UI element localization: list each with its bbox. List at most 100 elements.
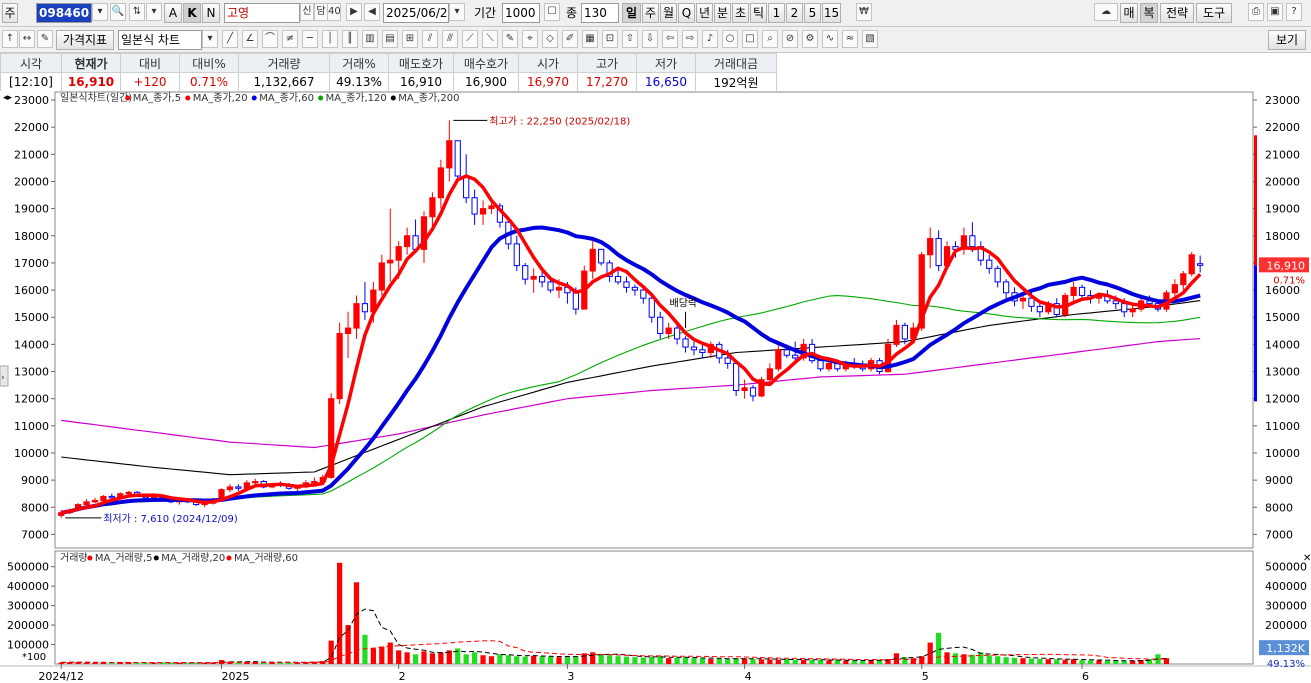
volume-bar-81 [741, 658, 748, 664]
draw-vline-icon[interactable]: │ [322, 30, 338, 48]
interval-tab-5[interactable]: 분 [714, 3, 731, 23]
stock-name-field[interactable]: 고영 [224, 3, 300, 23]
draw-arrow-down-icon[interactable]: ⇩ [642, 30, 658, 48]
range-bar-up [1254, 135, 1257, 266]
draw-brush-icon[interactable]: ✐ [562, 30, 578, 48]
draw-pattern-icon[interactable]: ▦ [582, 30, 598, 48]
draw-hline-icon[interactable]: ─ [302, 30, 318, 48]
interval-tab-7[interactable]: 틱 [750, 3, 767, 23]
chart-type-select[interactable]: 일본식 차트 [118, 30, 202, 50]
draw-circle-icon[interactable]: ○ [722, 30, 738, 48]
draw-fan-icon[interactable]: ≠ [282, 30, 298, 48]
stock-code-input[interactable]: 098460 [36, 3, 92, 23]
draw-line-icon[interactable]: ╱ [222, 30, 238, 48]
indicator-button[interactable]: 가격지표 [56, 30, 114, 50]
draw-cross-icon[interactable]: ⌖ [522, 30, 538, 48]
draw-arc-icon[interactable]: ⌒ [262, 30, 278, 48]
help-icon[interactable]: ? [1286, 3, 1302, 21]
draw-arrow-right-icon[interactable]: ⇨ [682, 30, 698, 48]
volume-bar-50 [480, 655, 486, 664]
chart-type-dropdown-icon[interactable]: ▾ [202, 30, 218, 48]
draw-trend-down-icon[interactable]: ⟍ [482, 30, 498, 48]
expand-icon[interactable]: ↔ [19, 30, 35, 48]
price-tick-label-left-6: 13000 [14, 366, 49, 379]
quote-value-9: 17,270 [577, 72, 637, 92]
candle-body-40 [395, 246, 402, 261]
calendar-dropdown-icon[interactable]: ▾ [449, 3, 465, 21]
draw-rect-icon[interactable]: □ [742, 30, 758, 48]
stock-chart[interactable]: 7000 7000 8000 8000 9000 9000 10000 10000 11000 1… [0, 91, 1311, 683]
interval-tab-3[interactable]: Q [678, 3, 695, 23]
draw-box-icon[interactable]: ⊡ [602, 30, 618, 48]
candle-body-75 [690, 346, 698, 351]
draw-arrow-up-icon[interactable]: ⇧ [622, 30, 638, 48]
view-button[interactable]: 보기 [1268, 30, 1306, 50]
price-tick-label-left-0: 7000 [21, 528, 49, 541]
edit-icon[interactable]: ✎ [37, 30, 53, 48]
draw-arrow-left-icon[interactable]: ⇦ [662, 30, 678, 48]
volume-bar-64 [598, 654, 604, 664]
interval-tab-0[interactable]: 일 [622, 3, 641, 23]
draw-grid2-icon[interactable]: ▤ [382, 30, 398, 48]
period-input[interactable]: 1000 [502, 3, 540, 23]
dropdown-icon[interactable]: ▾ [146, 3, 162, 21]
interval-tab-4[interactable]: 년 [696, 3, 713, 23]
toolbar-button-0[interactable]: 매 [1120, 3, 1138, 23]
interval-tab-1[interactable]: 주 [642, 3, 659, 23]
market-selector[interactable]: 주 [2, 3, 18, 23]
volume-bar-125 [1113, 660, 1119, 664]
toolbar-button-2[interactable]: 전략 [1160, 3, 1194, 23]
prev-icon[interactable]: ◀ [364, 3, 380, 21]
x-tick-label-4: 4 [745, 670, 752, 683]
save-icon[interactable]: ▣ [1267, 3, 1283, 21]
mode-a-button[interactable]: A [164, 3, 182, 23]
draw-wave2-icon[interactable]: ≈ [842, 30, 858, 48]
toolbar-button-1[interactable]: 복 [1140, 3, 1158, 23]
draw-dvline-icon[interactable]: ║ [342, 30, 358, 48]
draw-grid1-icon[interactable]: ▥ [362, 30, 378, 48]
draw-diamond-icon[interactable]: ◇ [542, 30, 558, 48]
interval-tab-8[interactable]: 1 [768, 3, 785, 23]
draw-trend-up-icon[interactable]: ⟋ [462, 30, 478, 48]
interval-tab-10[interactable]: 5 [804, 3, 821, 23]
search-icon[interactable]: 🔍 [110, 3, 126, 21]
draw-pen-icon[interactable]: ✎ [502, 30, 518, 48]
cloud-icon[interactable]: ☁ [1094, 3, 1118, 21]
interval-tab-2[interactable]: 월 [660, 3, 677, 23]
draw-zoom-icon[interactable]: ⌕ [762, 30, 778, 48]
candle-body-91 [825, 362, 833, 370]
left-scroll-arrow-icon: › [1, 373, 5, 383]
draw-grid3-icon[interactable]: ⊞ [402, 30, 418, 48]
range-bar-down [1254, 265, 1257, 402]
draw-erase-icon[interactable]: ⊘ [782, 30, 798, 48]
check-icon[interactable]: ☐ [544, 3, 560, 21]
won-icon[interactable]: ₩ [856, 3, 872, 21]
mode-n-button[interactable]: N [202, 3, 220, 23]
draw-wave1-icon[interactable]: ∿ [822, 30, 838, 48]
date-input[interactable]: 2025/06/25 [383, 3, 449, 23]
price-tick-label-right-5: 12000 [1265, 393, 1300, 406]
play-icon[interactable]: ▶ [346, 3, 362, 21]
draw-angle-icon[interactable]: ∠ [242, 30, 258, 48]
code-dropdown-icon[interactable]: ▾ [92, 3, 108, 21]
price-tick-label-right-2: 9000 [1265, 474, 1293, 487]
mode-k-button[interactable]: K [183, 3, 201, 23]
draw-channel-icon[interactable]: ⫻ [442, 30, 458, 48]
count-input[interactable]: 130 [581, 3, 619, 23]
draw-note-icon[interactable]: ♪ [702, 30, 718, 48]
draw-settings-icon[interactable]: ⚙ [802, 30, 818, 48]
candle-body-67 [623, 281, 630, 288]
toggle-up-icon[interactable]: ↑ [2, 30, 18, 48]
sort-icon[interactable]: ⇅ [129, 3, 145, 21]
draw-parallel-icon[interactable]: ⫽ [422, 30, 438, 48]
interval-tab-9[interactable]: 2 [786, 3, 803, 23]
interval-tab-11[interactable]: 15 [822, 3, 841, 23]
candle-body-135 [1197, 263, 1204, 266]
volume-bar-42 [412, 654, 419, 664]
toolbar-button-3[interactable]: 도구 [1196, 3, 1232, 23]
draw-fill-icon[interactable]: ▧ [862, 30, 878, 48]
candle-body-71 [657, 316, 664, 335]
x-tick-label-6: 6 [1082, 670, 1089, 683]
print-icon[interactable]: ⎙ [1248, 3, 1264, 21]
interval-tab-6[interactable]: 초 [732, 3, 749, 23]
